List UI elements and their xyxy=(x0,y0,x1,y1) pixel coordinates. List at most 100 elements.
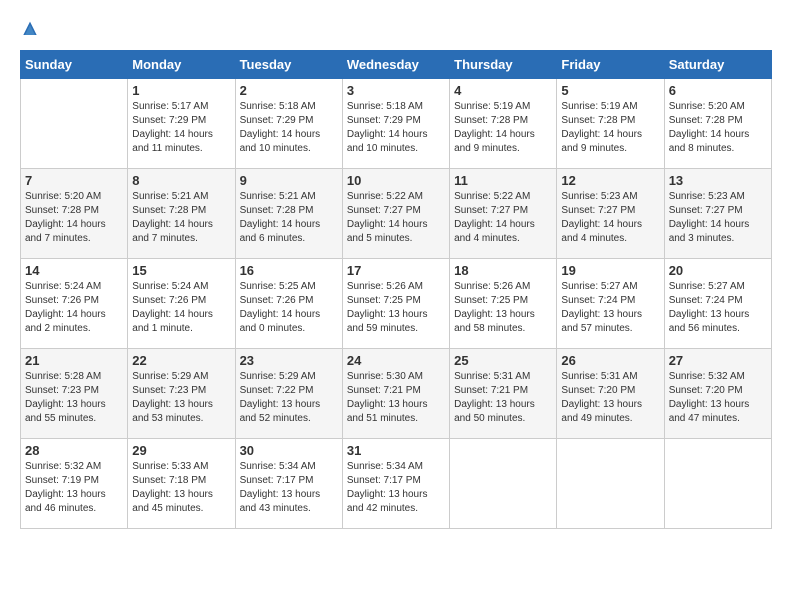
sunrise-time: Sunrise: 5:27 AM xyxy=(561,281,637,292)
day-number: 19 xyxy=(561,263,659,278)
day-number: 7 xyxy=(25,173,123,188)
sunrise-time: Sunrise: 5:31 AM xyxy=(454,371,530,382)
daylight-hours: Daylight: 13 hours and 47 minutes. xyxy=(669,399,750,424)
page-header xyxy=(20,20,772,40)
day-number: 31 xyxy=(347,443,445,458)
sunset-time: Sunset: 7:22 PM xyxy=(240,385,314,396)
day-number: 29 xyxy=(132,443,230,458)
sunset-time: Sunset: 7:27 PM xyxy=(347,205,421,216)
logo-icon xyxy=(20,20,40,40)
day-info: Sunrise: 5:24 AM Sunset: 7:26 PM Dayligh… xyxy=(25,280,123,336)
week-row-3: 14 Sunrise: 5:24 AM Sunset: 7:26 PM Dayl… xyxy=(21,259,772,349)
daylight-hours: Daylight: 13 hours and 52 minutes. xyxy=(240,399,321,424)
day-info: Sunrise: 5:22 AM Sunset: 7:27 PM Dayligh… xyxy=(347,190,445,246)
sunrise-time: Sunrise: 5:17 AM xyxy=(132,101,208,112)
day-number: 26 xyxy=(561,353,659,368)
sunrise-time: Sunrise: 5:18 AM xyxy=(240,101,316,112)
day-cell: 2 Sunrise: 5:18 AM Sunset: 7:29 PM Dayli… xyxy=(235,79,342,169)
sunrise-time: Sunrise: 5:23 AM xyxy=(561,191,637,202)
day-cell: 3 Sunrise: 5:18 AM Sunset: 7:29 PM Dayli… xyxy=(342,79,449,169)
day-info: Sunrise: 5:20 AM Sunset: 7:28 PM Dayligh… xyxy=(669,100,767,156)
sunset-time: Sunset: 7:18 PM xyxy=(132,475,206,486)
day-cell: 5 Sunrise: 5:19 AM Sunset: 7:28 PM Dayli… xyxy=(557,79,664,169)
day-info: Sunrise: 5:34 AM Sunset: 7:17 PM Dayligh… xyxy=(240,460,338,516)
sunset-time: Sunset: 7:28 PM xyxy=(25,205,99,216)
sunset-time: Sunset: 7:28 PM xyxy=(132,205,206,216)
daylight-hours: Daylight: 13 hours and 51 minutes. xyxy=(347,399,428,424)
day-cell: 25 Sunrise: 5:31 AM Sunset: 7:21 PM Dayl… xyxy=(450,349,557,439)
daylight-hours: Daylight: 13 hours and 49 minutes. xyxy=(561,399,642,424)
day-number: 1 xyxy=(132,83,230,98)
daylight-hours: Daylight: 14 hours and 4 minutes. xyxy=(561,219,642,244)
sunset-time: Sunset: 7:28 PM xyxy=(561,115,635,126)
day-cell: 17 Sunrise: 5:26 AM Sunset: 7:25 PM Dayl… xyxy=(342,259,449,349)
day-cell: 26 Sunrise: 5:31 AM Sunset: 7:20 PM Dayl… xyxy=(557,349,664,439)
day-cell: 30 Sunrise: 5:34 AM Sunset: 7:17 PM Dayl… xyxy=(235,439,342,529)
day-number: 16 xyxy=(240,263,338,278)
day-number: 23 xyxy=(240,353,338,368)
day-number: 24 xyxy=(347,353,445,368)
day-cell: 8 Sunrise: 5:21 AM Sunset: 7:28 PM Dayli… xyxy=(128,169,235,259)
day-info: Sunrise: 5:25 AM Sunset: 7:26 PM Dayligh… xyxy=(240,280,338,336)
logo xyxy=(20,20,44,40)
day-info: Sunrise: 5:31 AM Sunset: 7:20 PM Dayligh… xyxy=(561,370,659,426)
sunset-time: Sunset: 7:27 PM xyxy=(561,205,635,216)
sunrise-time: Sunrise: 5:18 AM xyxy=(347,101,423,112)
sunrise-time: Sunrise: 5:20 AM xyxy=(25,191,101,202)
sunset-time: Sunset: 7:28 PM xyxy=(454,115,528,126)
daylight-hours: Daylight: 14 hours and 10 minutes. xyxy=(347,129,428,154)
day-info: Sunrise: 5:18 AM Sunset: 7:29 PM Dayligh… xyxy=(240,100,338,156)
day-info: Sunrise: 5:18 AM Sunset: 7:29 PM Dayligh… xyxy=(347,100,445,156)
sunset-time: Sunset: 7:23 PM xyxy=(25,385,99,396)
day-cell: 20 Sunrise: 5:27 AM Sunset: 7:24 PM Dayl… xyxy=(664,259,771,349)
day-number: 27 xyxy=(669,353,767,368)
daylight-hours: Daylight: 13 hours and 56 minutes. xyxy=(669,309,750,334)
daylight-hours: Daylight: 14 hours and 10 minutes. xyxy=(240,129,321,154)
calendar-table: SundayMondayTuesdayWednesdayThursdayFrid… xyxy=(20,50,772,529)
sunset-time: Sunset: 7:20 PM xyxy=(561,385,635,396)
sunrise-time: Sunrise: 5:32 AM xyxy=(669,371,745,382)
sunrise-time: Sunrise: 5:21 AM xyxy=(240,191,316,202)
day-number: 4 xyxy=(454,83,552,98)
day-cell: 15 Sunrise: 5:24 AM Sunset: 7:26 PM Dayl… xyxy=(128,259,235,349)
day-info: Sunrise: 5:33 AM Sunset: 7:18 PM Dayligh… xyxy=(132,460,230,516)
day-cell: 11 Sunrise: 5:22 AM Sunset: 7:27 PM Dayl… xyxy=(450,169,557,259)
sunset-time: Sunset: 7:26 PM xyxy=(132,295,206,306)
sunset-time: Sunset: 7:28 PM xyxy=(669,115,743,126)
day-number: 11 xyxy=(454,173,552,188)
sunrise-time: Sunrise: 5:26 AM xyxy=(347,281,423,292)
day-info: Sunrise: 5:27 AM Sunset: 7:24 PM Dayligh… xyxy=(669,280,767,336)
day-info: Sunrise: 5:19 AM Sunset: 7:28 PM Dayligh… xyxy=(561,100,659,156)
daylight-hours: Daylight: 13 hours and 45 minutes. xyxy=(132,489,213,514)
sunrise-time: Sunrise: 5:29 AM xyxy=(132,371,208,382)
day-number: 25 xyxy=(454,353,552,368)
day-cell: 9 Sunrise: 5:21 AM Sunset: 7:28 PM Dayli… xyxy=(235,169,342,259)
day-cell: 24 Sunrise: 5:30 AM Sunset: 7:21 PM Dayl… xyxy=(342,349,449,439)
daylight-hours: Daylight: 13 hours and 50 minutes. xyxy=(454,399,535,424)
day-info: Sunrise: 5:32 AM Sunset: 7:20 PM Dayligh… xyxy=(669,370,767,426)
sunset-time: Sunset: 7:20 PM xyxy=(669,385,743,396)
day-info: Sunrise: 5:23 AM Sunset: 7:27 PM Dayligh… xyxy=(561,190,659,246)
day-cell: 6 Sunrise: 5:20 AM Sunset: 7:28 PM Dayli… xyxy=(664,79,771,169)
sunset-time: Sunset: 7:29 PM xyxy=(347,115,421,126)
day-cell xyxy=(664,439,771,529)
day-cell: 31 Sunrise: 5:34 AM Sunset: 7:17 PM Dayl… xyxy=(342,439,449,529)
day-number: 21 xyxy=(25,353,123,368)
day-number: 9 xyxy=(240,173,338,188)
sunrise-time: Sunrise: 5:19 AM xyxy=(454,101,530,112)
day-cell: 4 Sunrise: 5:19 AM Sunset: 7:28 PM Dayli… xyxy=(450,79,557,169)
daylight-hours: Daylight: 14 hours and 5 minutes. xyxy=(347,219,428,244)
day-cell: 28 Sunrise: 5:32 AM Sunset: 7:19 PM Dayl… xyxy=(21,439,128,529)
daylight-hours: Daylight: 13 hours and 55 minutes. xyxy=(25,399,106,424)
day-cell: 1 Sunrise: 5:17 AM Sunset: 7:29 PM Dayli… xyxy=(128,79,235,169)
daylight-hours: Daylight: 13 hours and 46 minutes. xyxy=(25,489,106,514)
weekday-header-thursday: Thursday xyxy=(450,51,557,79)
sunrise-time: Sunrise: 5:32 AM xyxy=(25,461,101,472)
sunrise-time: Sunrise: 5:20 AM xyxy=(669,101,745,112)
sunrise-time: Sunrise: 5:23 AM xyxy=(669,191,745,202)
sunrise-time: Sunrise: 5:27 AM xyxy=(669,281,745,292)
sunset-time: Sunset: 7:21 PM xyxy=(454,385,528,396)
weekday-header-row: SundayMondayTuesdayWednesdayThursdayFrid… xyxy=(21,51,772,79)
sunset-time: Sunset: 7:19 PM xyxy=(25,475,99,486)
day-info: Sunrise: 5:23 AM Sunset: 7:27 PM Dayligh… xyxy=(669,190,767,246)
